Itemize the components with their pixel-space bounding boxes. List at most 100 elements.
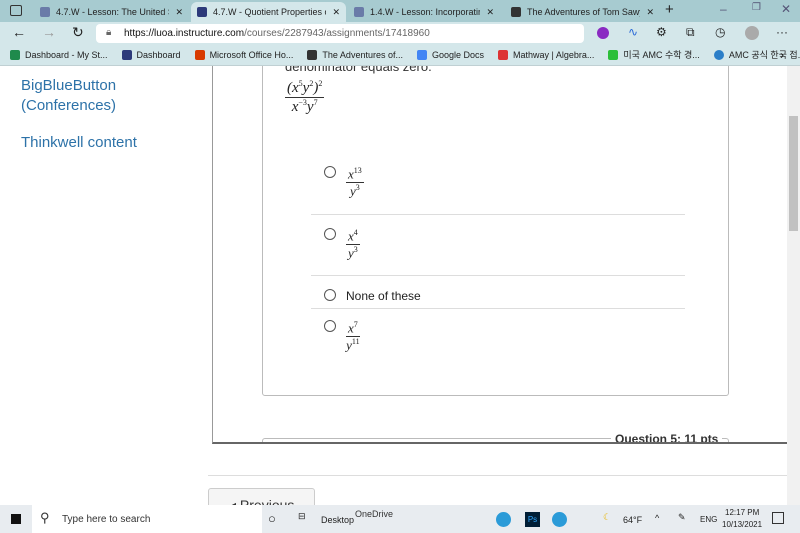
task-view-icon[interactable]: ⊟ <box>298 511 306 522</box>
chevron-right-icon[interactable]: › <box>780 48 784 62</box>
radio-button[interactable] <box>324 289 336 301</box>
language-indicator[interactable]: ENG <box>700 515 717 524</box>
bookmark-icon <box>713 49 724 60</box>
new-tab-button[interactable]: + <box>665 1 674 18</box>
taskbar-search[interactable]: ⚲ Type here to search <box>32 505 262 533</box>
onedrive-label[interactable]: OneDrive <box>355 509 393 519</box>
bookmark-label: Microsoft Office Ho... <box>209 49 294 60</box>
option-numerator: x4 <box>346 228 360 246</box>
search-placeholder: Type here to search <box>62 513 151 525</box>
photoshop-icon[interactable]: Ps <box>525 512 540 527</box>
bookmark-1[interactable]: Dashboard - My St... <box>10 49 108 60</box>
weather-temp[interactable]: 64°F <box>623 515 642 525</box>
option-denominator: y3 <box>350 183 360 199</box>
divider <box>311 214 685 215</box>
site-icon <box>511 7 521 17</box>
bookmark-4[interactable]: The Adventures of... <box>307 49 403 60</box>
desktop-toolbar[interactable]: Desktop <box>321 515 354 525</box>
cortana-icon[interactable]: ○ <box>268 511 276 526</box>
bookmark-6[interactable]: Mathway | Algebra... <box>498 49 595 60</box>
question-expression: (x5y2)2 x−3y7 <box>285 79 325 115</box>
bookmark-5[interactable]: Google Docs <box>416 49 485 60</box>
option-fraction: x4 y3 <box>346 228 360 262</box>
tray-chevron-icon[interactable]: ^ <box>655 513 659 523</box>
close-icon[interactable]: ✕ <box>175 7 183 18</box>
option-numerator: x13 <box>346 166 364 184</box>
previous-button[interactable]: ◂ Previous <box>208 488 315 505</box>
tab-2[interactable]: 4.7.W - Quotient Properties of Ex ✕ <box>191 2 346 22</box>
history-icon[interactable]: ◷ <box>715 25 725 39</box>
profile-avatar[interactable] <box>745 26 759 40</box>
close-icon[interactable]: ✕ <box>646 7 654 18</box>
more-menu-icon[interactable]: ··· <box>776 25 788 39</box>
extension-icon[interactable] <box>597 27 609 39</box>
close-window-button[interactable]: ✕ <box>781 2 791 16</box>
refresh-icon[interactable]: ↻ <box>72 24 84 41</box>
option-denominator: y3 <box>348 245 358 261</box>
weather-moon-icon: ☾ <box>603 512 612 522</box>
exponent: 11 <box>351 337 360 347</box>
bookmark-3[interactable]: Microsoft Office Ho... <box>194 49 294 60</box>
option-denominator: y11 <box>346 337 360 353</box>
tab-1[interactable]: 4.7.W - Lesson: The United States ✕ <box>34 2 189 22</box>
divider <box>311 308 685 309</box>
url-input[interactable]: 🔒︎ https://luoa.instructure.com/courses/… <box>96 24 584 43</box>
edge-icon[interactable] <box>496 512 511 527</box>
minimize-button[interactable]: – <box>720 2 727 16</box>
radio-button[interactable] <box>324 320 336 332</box>
notifications-icon[interactable] <box>772 512 784 524</box>
tab-4[interactable]: The Adventures of Tom Sawyer ✕ <box>505 2 660 22</box>
answer-option-1[interactable]: x13 y3 <box>324 166 364 200</box>
back-icon[interactable]: ← <box>12 24 26 40</box>
clock-time[interactable]: 12:17 PM <box>725 508 759 517</box>
bookmark-7[interactable]: 미국 AMC 수학 경... <box>608 48 700 61</box>
answer-option-4[interactable]: x7 y11 <box>324 320 360 354</box>
audio-extension-icon[interactable]: ∿ <box>628 25 638 39</box>
bookmark-icon <box>608 49 619 60</box>
bookmark-label: Google Docs <box>431 49 485 60</box>
tab-title: 4.7.W - Lesson: The United States <box>56 7 169 17</box>
collections-icon[interactable]: ⧉ <box>686 25 695 40</box>
bookmark-8[interactable]: AMC 공식 한국 접... <box>713 48 800 61</box>
tab-bar: 4.7.W - Lesson: The United States ✕ 4.7.W… <box>0 0 800 22</box>
option-fraction: x13 y3 <box>346 166 364 200</box>
question-box: denominator equals zero. (x5y2)2 x−3y7 x1… <box>262 66 729 396</box>
tab-3[interactable]: 1.4.W - Lesson: Incorporating Th ✕ <box>348 2 500 22</box>
bookmark-label: AMC 공식 한국 접... <box>728 50 800 60</box>
sidebar-link-bigbluebutton[interactable]: BigBlueButton (Conferences) <box>21 76 171 116</box>
exponent: 7 <box>353 320 358 329</box>
page-content: BigBlueButton (Conferences) Thinkwell co… <box>0 66 800 505</box>
tab-actions-icon[interactable] <box>10 5 22 16</box>
divider <box>208 475 787 476</box>
divider <box>311 275 685 276</box>
clock-date[interactable]: 10/13/2021 <box>722 520 762 529</box>
radio-button[interactable] <box>324 228 336 240</box>
answer-option-2[interactable]: x4 y3 <box>324 228 360 262</box>
forward-icon[interactable]: → <box>42 24 56 40</box>
bookmark-label: Mathway | Algebra... <box>513 49 595 60</box>
bookmark-2[interactable]: Dashboard <box>121 49 181 60</box>
quiz-frame: denominator equals zero. (x5y2)2 x−3y7 x1… <box>212 66 787 444</box>
site-icon <box>40 7 50 17</box>
restore-button[interactable]: ❐ <box>752 2 761 13</box>
bookmark-icon <box>10 49 20 60</box>
lock-icon: 🔒︎ <box>106 27 112 38</box>
pen-icon[interactable]: ✎ <box>678 512 686 523</box>
url-path: /courses/2287943/assignments/17418960 <box>244 28 430 39</box>
close-icon[interactable]: ✕ <box>486 7 494 18</box>
bookmarks-bar: Dashboard - My St... Dashboard Microsoft… <box>0 44 800 66</box>
extensions-icon[interactable]: ⚙ <box>656 25 667 39</box>
windows-start-icon[interactable] <box>11 514 21 524</box>
bookmark-icon <box>121 49 132 60</box>
question-text: denominator equals zero. <box>285 66 432 74</box>
sidebar-link-thinkwell[interactable]: Thinkwell content <box>21 133 137 153</box>
option-fraction: x7 y11 <box>346 320 360 354</box>
exponent: 3 <box>353 245 358 255</box>
exponent: 13 <box>353 166 362 175</box>
bookmark-label: The Adventures of... <box>322 49 403 60</box>
radio-button[interactable] <box>324 166 336 178</box>
scrollbar-thumb[interactable] <box>789 116 798 231</box>
close-icon[interactable]: ✕ <box>332 7 340 18</box>
edge-profile-icon[interactable] <box>552 512 567 527</box>
answer-option-3[interactable]: None of these <box>324 289 421 303</box>
